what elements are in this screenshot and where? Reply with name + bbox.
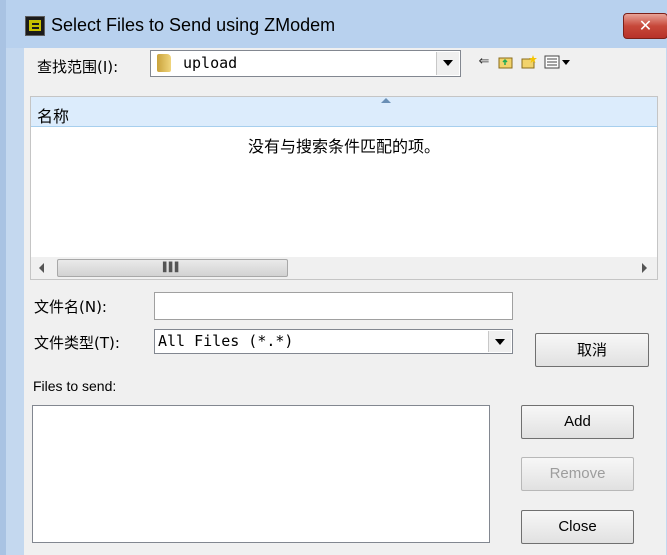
close-button[interactable]: Close: [521, 510, 634, 544]
file-list-view[interactable]: 名称 没有与搜索条件匹配的项。 ▌▌▌: [30, 96, 658, 280]
filetype-label: 文件类型(T):: [34, 334, 120, 352]
chevron-down-icon[interactable]: [436, 52, 459, 75]
close-window-button[interactable]: ✕: [623, 13, 667, 39]
scrollbar-thumb[interactable]: ▌▌▌: [57, 259, 288, 277]
lookin-label-text: 查找范围(I):: [37, 58, 119, 76]
back-arrow-icon[interactable]: ⇐: [476, 54, 492, 70]
horizontal-scrollbar[interactable]: ▌▌▌: [31, 257, 657, 279]
files-to-send-label: Files to send:: [33, 378, 117, 394]
chevron-down-icon[interactable]: [488, 331, 511, 352]
scroll-right-icon[interactable]: [642, 263, 647, 273]
up-folder-icon[interactable]: [498, 54, 514, 70]
filetype-value: All Files (*.*): [158, 332, 294, 350]
folder-icon: [157, 54, 171, 72]
view-menu-icon[interactable]: [544, 54, 572, 70]
new-folder-icon[interactable]: [521, 54, 537, 70]
zmodem-dialog: Select Files to Send using ZModem ✕ 查找范围…: [0, 0, 667, 555]
grip-icon: ▌▌▌: [163, 263, 182, 273]
app-icon: [25, 16, 45, 36]
cancel-button[interactable]: 取消: [535, 333, 649, 367]
column-header-name[interactable]: 名称: [31, 97, 657, 127]
filetype-select[interactable]: All Files (*.*): [154, 329, 513, 354]
filename-input[interactable]: [154, 292, 513, 320]
remove-button[interactable]: Remove: [521, 457, 634, 491]
add-button[interactable]: Add: [521, 405, 634, 439]
column-header-label: 名称: [37, 107, 70, 126]
window-title: Select Files to Send using ZModem: [51, 15, 336, 35]
lookin-combobox[interactable]: upload: [150, 50, 461, 77]
scroll-left-icon[interactable]: [39, 263, 44, 273]
filename-label: 文件名(N):: [34, 298, 107, 316]
title-bar[interactable]: Select Files to Send using ZModem ✕: [6, 0, 667, 48]
files-to-send-list[interactable]: [32, 405, 490, 543]
lookin-label: 查找范围(I):: [37, 56, 118, 77]
sort-ascending-icon: [381, 98, 391, 103]
lookin-value: upload: [183, 54, 238, 72]
empty-list-message: 没有与搜索条件匹配的项。: [247, 137, 440, 156]
